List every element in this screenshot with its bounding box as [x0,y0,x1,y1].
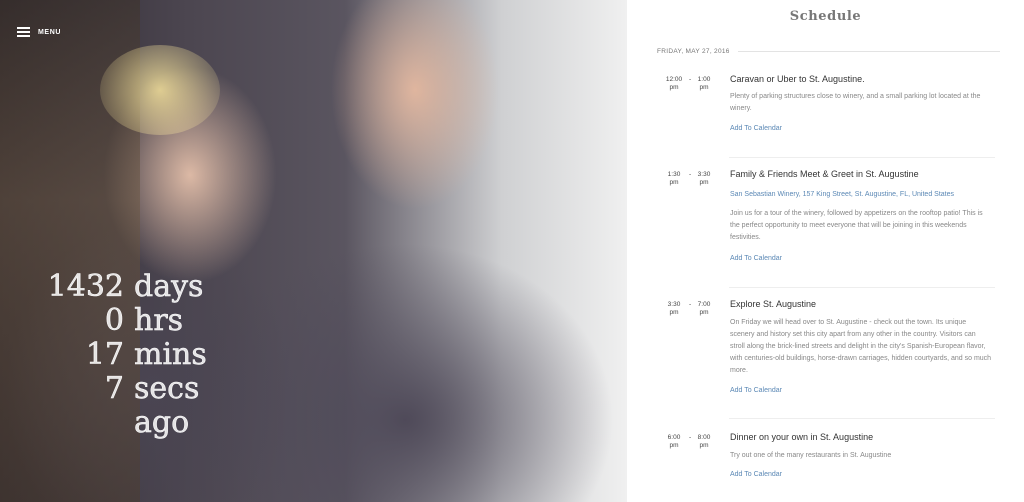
event-divider [729,418,995,419]
event-end-ampm: pm [699,84,709,91]
event-start: 12:00 [665,76,683,83]
menu-button[interactable]: MENU [17,27,61,37]
event-start-ampm: pm [669,442,679,449]
event-end: 3:30 [697,171,711,178]
schedule-panel: Schedule FRIDAY, MAY 27, 2016 12:00 pm -… [627,0,1024,502]
hero-photo-light [100,45,220,135]
countdown: 1432 days 0 hrs 17 mins 7 secs ago [40,269,207,440]
add-to-calendar-link[interactable]: Add To Calendar [730,125,782,132]
date-header: FRIDAY, MAY 27, 2016 [657,48,1000,55]
event-end-ampm: pm [699,309,709,316]
hero-photo: MENU 1432 days 0 hrs 17 mins 7 secs ago [0,0,627,502]
event-divider [729,287,995,288]
event-end-ampm: pm [699,442,709,449]
event-end: 7:00 [697,301,711,308]
event-start-ampm: pm [669,309,679,316]
event-start: 3:30 [667,301,681,308]
event-divider [729,157,995,158]
countdown-secs-unit: secs [134,371,200,406]
countdown-mins-unit: mins [134,337,207,372]
countdown-days-unit: days [134,269,204,304]
date-divider [737,51,1000,52]
event-end-ampm: pm [699,179,709,186]
event-start-ampm: pm [669,84,679,91]
event-end: 8:00 [697,434,711,441]
event-start: 6:00 [667,434,681,441]
countdown-secs: 7 [104,371,125,406]
event-description: On Friday we will head over to St. Augus… [730,319,992,374]
page-title: Schedule [789,9,862,24]
add-to-calendar-link[interactable]: Add To Calendar [730,471,782,478]
event-title: Dinner on your own in St. Augustine [730,432,874,442]
hamburger-icon [17,27,30,37]
menu-label: MENU [38,28,62,36]
event-description: Join us for a tour of the winery, follow… [730,210,983,241]
event-start: 1:30 [667,171,681,178]
date-label: FRIDAY, MAY 27, 2016 [657,48,730,55]
add-to-calendar-link[interactable]: Add To Calendar [730,255,782,262]
event-title: Caravan or Uber to St. Augustine. [730,74,865,84]
add-to-calendar-link[interactable]: Add To Calendar [730,387,782,394]
event-start-ampm: pm [669,179,679,186]
event-end: 1:00 [697,76,711,83]
event-location-link[interactable]: San Sebastian Winery, 157 King Street, S… [730,191,954,198]
event-description: Plenty of parking structures close to wi… [730,93,981,112]
event-title: Family & Friends Meet & Greet in St. Aug… [730,169,919,179]
countdown-days: 1432 [47,269,124,304]
event-description: Try out one of the many restaurants in S… [730,452,892,459]
countdown-hours-unit: hrs [134,303,184,338]
countdown-hours: 0 [104,303,125,338]
countdown-suffix: ago [134,405,190,440]
event-title: Explore St. Augustine [730,299,817,309]
countdown-mins: 17 [85,337,125,372]
